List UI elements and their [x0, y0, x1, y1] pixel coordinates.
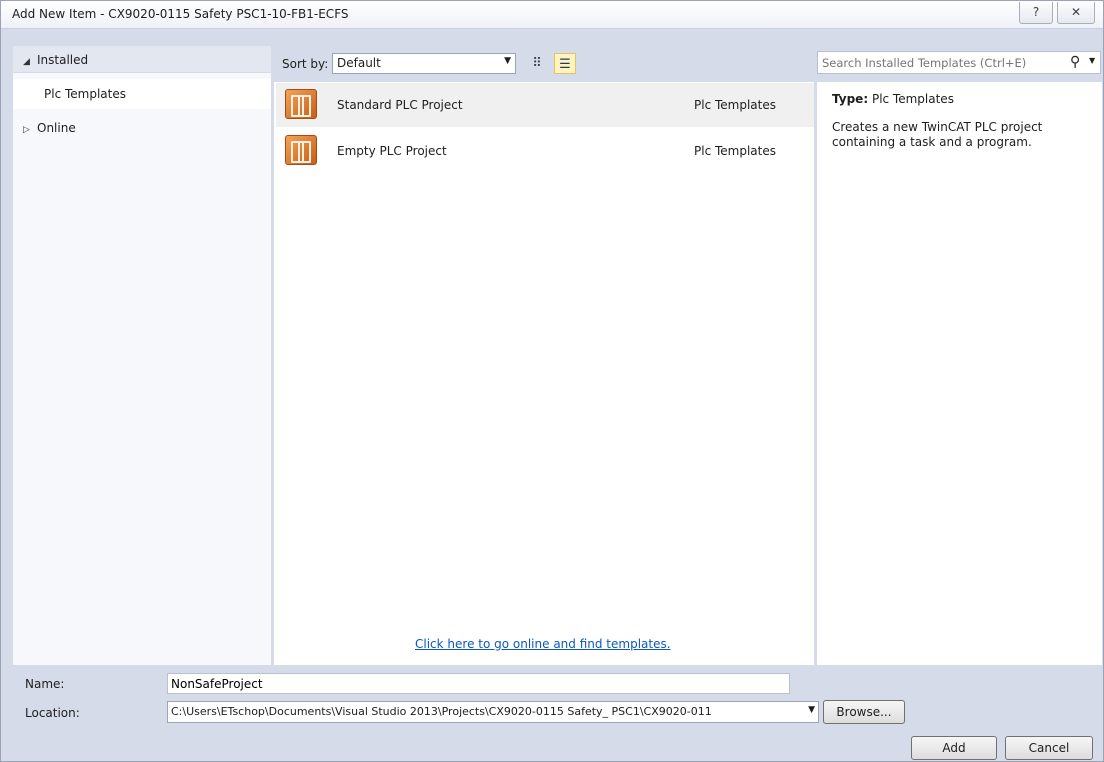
help-button[interactable]: ?: [1019, 2, 1053, 24]
chevron-down-icon[interactable]: ▼: [1089, 56, 1095, 65]
template-category: Plc Templates: [694, 98, 776, 112]
collapsed-arrow-icon[interactable]: ▷: [23, 125, 37, 135]
tree-node-installed-label: Installed: [37, 53, 89, 67]
tree-node-plc-templates-label: Plc Templates: [44, 87, 126, 101]
tree-node-online[interactable]: ▷ Online: [23, 121, 76, 135]
sort-by-value: Default: [337, 56, 381, 70]
sort-by-select[interactable]: Default ▼: [332, 53, 516, 74]
template-tree-pane: [13, 46, 271, 665]
plc-project-icon: [285, 135, 317, 165]
name-label: Name:: [25, 677, 65, 691]
details-view-button[interactable]: ☰: [554, 53, 576, 74]
close-button[interactable]: ✕: [1057, 2, 1095, 24]
medium-icons-view-button[interactable]: ⠿: [526, 53, 548, 74]
title-bar: Add New Item - CX9020-0115 Safety PSC1-1…: [1, 1, 1103, 29]
template-item-empty-plc-project[interactable]: Empty PLC Project Plc Templates: [276, 129, 814, 173]
search-icon[interactable]: ⚲: [1070, 54, 1080, 70]
type-value: Plc Templates: [871, 92, 954, 106]
template-category: Plc Templates: [694, 144, 776, 158]
help-icon: ?: [1032, 5, 1040, 19]
chevron-down-icon: ▼: [504, 56, 511, 66]
template-details-pane: [817, 82, 1102, 665]
location-label: Location:: [25, 706, 80, 720]
chevron-down-icon[interactable]: ▼: [806, 705, 815, 715]
tree-node-installed[interactable]: ◢ Installed: [23, 53, 88, 67]
location-combobox[interactable]: C:\Users\ETschop\Documents\Visual Studio…: [167, 701, 819, 723]
template-item-standard-plc-project[interactable]: Standard PLC Project Plc Templates: [276, 83, 814, 127]
name-field[interactable]: [167, 673, 790, 694]
add-new-item-dialog: Add New Item - CX9020-0115 Safety PSC1-1…: [0, 0, 1104, 762]
template-description: Creates a new TwinCAT PLC project contai…: [832, 120, 1043, 149]
tree-node-online-label: Online: [37, 121, 76, 135]
location-value: C:\Users\ETschop\Documents\Visual Studio…: [171, 705, 712, 718]
close-icon: ✕: [1070, 5, 1082, 19]
add-button[interactable]: Add: [911, 736, 997, 760]
tree-node-plc-templates[interactable]: Plc Templates: [13, 79, 271, 109]
find-templates-online-link[interactable]: Click here to go online and find templat…: [415, 637, 671, 651]
window-title: Add New Item - CX9020-0115 Safety PSC1-1…: [12, 7, 349, 21]
template-name: Empty PLC Project: [337, 144, 447, 158]
browse-button[interactable]: Browse...: [823, 700, 905, 724]
plc-project-icon: [285, 89, 317, 119]
cancel-button[interactable]: Cancel: [1005, 736, 1093, 760]
expanded-arrow-icon[interactable]: ◢: [23, 57, 37, 67]
list-view-icon: ☰: [559, 57, 571, 72]
search-input[interactable]: [820, 53, 1060, 72]
search-box[interactable]: ⚲ ▼: [817, 51, 1101, 74]
sort-by-label: Sort by:: [282, 57, 329, 71]
template-name: Standard PLC Project: [337, 98, 463, 112]
grid-view-icon: ⠿: [532, 56, 542, 71]
template-type-line: Type: Plc Templates: [832, 92, 954, 106]
type-label: Type:: [832, 92, 869, 106]
